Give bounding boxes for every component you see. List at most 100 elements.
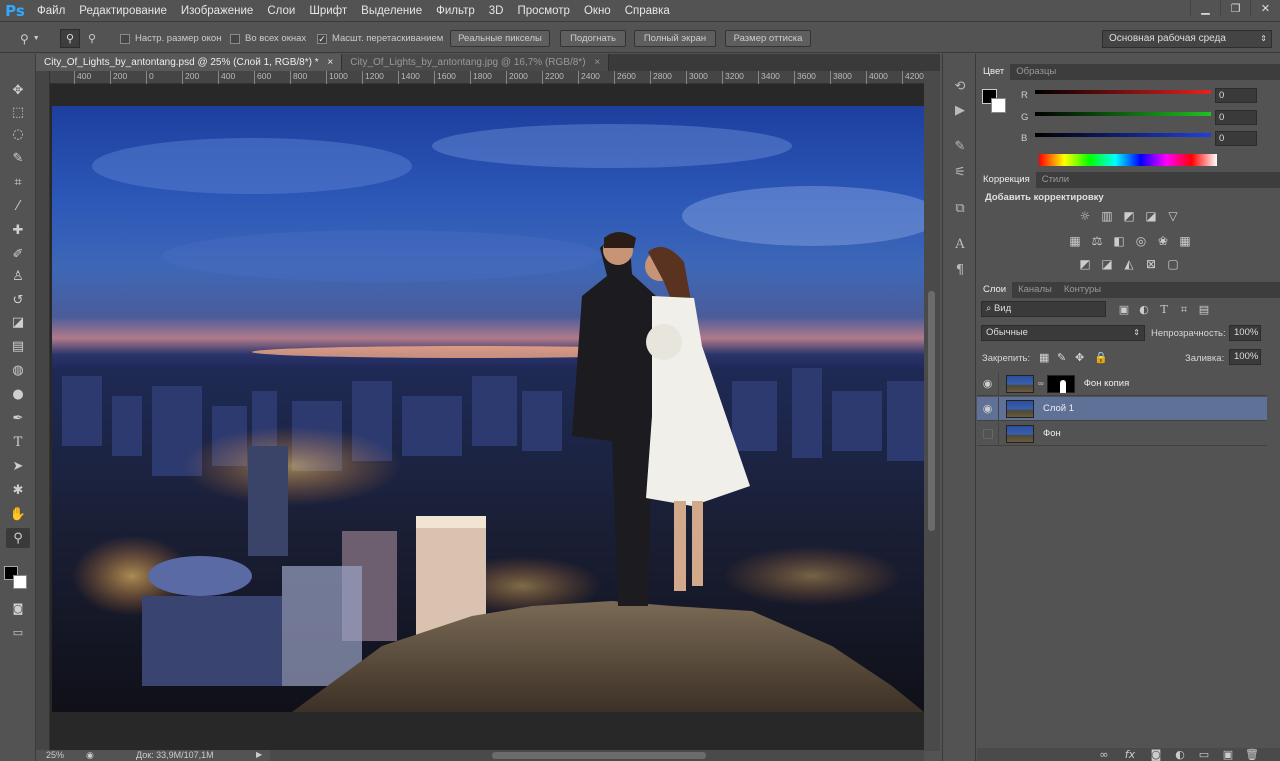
quick-mask-icon[interactable]: ◙ [6, 598, 30, 618]
zoom-in-icon[interactable]: ⚲ [60, 29, 80, 48]
menu-window[interactable]: Окно [577, 0, 618, 22]
lock-position-icon[interactable]: ✥ [1075, 351, 1084, 364]
brush-panel-icon[interactable]: ⚟ [949, 162, 971, 182]
background-color-swatch[interactable] [13, 575, 27, 589]
menu-help[interactable]: Справка [618, 0, 677, 22]
screen-mode-icon[interactable]: ▭ [6, 622, 30, 642]
document-canvas[interactable] [52, 106, 924, 712]
tab-document-psd[interactable]: City_Of_Lights_by_antontang.psd @ 25% (С… [36, 54, 343, 71]
close-button[interactable]: ✕ [1250, 0, 1280, 16]
color-spectrum-ramp[interactable] [1039, 154, 1217, 166]
blend-mode-select[interactable]: Обычные ⇕ [981, 325, 1145, 341]
black-white-icon[interactable]: ◧ [1111, 234, 1127, 248]
layer-row[interactable]: Фон [977, 421, 1267, 446]
menu-edit[interactable]: Редактирование [72, 0, 174, 22]
posterize-icon[interactable]: ◪ [1099, 257, 1115, 271]
filter-adjustment-icon[interactable]: ◐ [1137, 303, 1151, 316]
filter-smart-object-icon[interactable]: ▤ [1197, 303, 1211, 316]
move-tool-icon[interactable]: ✥ [6, 80, 30, 100]
tab-channels[interactable]: Каналы [1012, 282, 1058, 298]
eraser-tool-icon[interactable]: ◪ [6, 312, 30, 332]
eye-off-icon[interactable] [977, 421, 999, 446]
status-icon[interactable]: ◉ [86, 750, 94, 761]
gradient-map-icon[interactable]: ⊠ [1143, 257, 1159, 271]
channel-g-slider[interactable] [1035, 112, 1211, 116]
actions-icon[interactable]: ▶ [949, 100, 971, 120]
workspace-select[interactable]: Основная рабочая среда ⇕ [1102, 30, 1272, 48]
filter-type-icon[interactable]: T [1157, 303, 1171, 316]
status-menu-arrow-icon[interactable]: ▶ [256, 750, 262, 759]
healing-brush-tool-icon[interactable]: ✚ [6, 220, 30, 240]
horizontal-scrollbar[interactable] [270, 750, 924, 761]
levels-icon[interactable]: ▥ [1099, 209, 1115, 223]
path-selection-tool-icon[interactable]: ➤ [6, 456, 30, 476]
menu-filter[interactable]: Фильтр [429, 0, 482, 22]
clone-source-icon[interactable]: ⧉ [949, 198, 971, 218]
vertical-scroll-thumb[interactable] [928, 291, 935, 531]
tab-adjustments[interactable]: Коррекция [977, 172, 1036, 188]
channel-g-value[interactable]: 0 [1215, 110, 1257, 125]
blur-tool-icon[interactable]: ◍ [6, 360, 30, 380]
fill-input[interactable]: 100% [1229, 349, 1261, 365]
curves-icon[interactable]: ◩ [1121, 209, 1137, 223]
history-brush-tool-icon[interactable]: ↺ [6, 290, 30, 310]
eye-icon[interactable]: ◉ [977, 371, 999, 396]
new-group-icon[interactable]: ▭ [1197, 748, 1211, 761]
zoom-level[interactable]: 25% [46, 750, 64, 760]
filter-pixel-icon[interactable]: ▣ [1117, 303, 1131, 316]
eyedropper-tool-icon[interactable]: ⁄ [6, 196, 30, 216]
clone-stamp-tool-icon[interactable]: ♙ [6, 266, 30, 286]
menu-type[interactable]: Шрифт [302, 0, 354, 22]
link-icon[interactable]: ∞ [1038, 379, 1044, 388]
tab-paths[interactable]: Контуры [1058, 282, 1107, 298]
crop-tool-icon[interactable]: ⌗ [6, 172, 30, 192]
new-adjustment-icon[interactable]: ◐ [1173, 748, 1187, 761]
vertical-scrollbar[interactable] [924, 71, 940, 751]
tab-swatches[interactable]: Образцы [1010, 64, 1062, 80]
brush-presets-icon[interactable]: ✎ [949, 136, 971, 156]
eye-icon[interactable]: ◉ [977, 396, 999, 421]
horizontal-scroll-thumb[interactable] [492, 752, 706, 759]
character-icon[interactable]: A [949, 234, 971, 254]
new-layer-icon[interactable]: ▣ [1221, 748, 1235, 761]
lock-transparent-icon[interactable]: ▦ [1039, 351, 1049, 364]
menu-select[interactable]: Выделение [354, 0, 429, 22]
type-tool-icon[interactable]: T [6, 432, 30, 452]
background-color-chip[interactable] [991, 98, 1006, 113]
actual-pixels-button[interactable]: Реальные пикселы [450, 30, 550, 47]
quick-selection-tool-icon[interactable]: ✎ [6, 148, 30, 168]
layer-style-icon[interactable]: fx [1123, 748, 1137, 761]
pen-tool-icon[interactable]: ✒ [6, 408, 30, 428]
channel-b-value[interactable]: 0 [1215, 131, 1257, 146]
layer-row[interactable]: ◉ Слой 1 [977, 396, 1267, 421]
zoom-tool-icon[interactable]: ⚲ [6, 528, 30, 548]
paragraph-icon[interactable]: ¶ [949, 260, 971, 280]
tab-styles[interactable]: Стили [1036, 172, 1075, 188]
minimize-button[interactable]: ▁ [1190, 0, 1220, 16]
print-size-button[interactable]: Размер оттиска [725, 30, 811, 47]
add-mask-icon[interactable]: ◙ [1149, 748, 1163, 761]
scrubby-zoom-checkbox[interactable]: ✓ Масшт. перетаскиванием [317, 33, 443, 44]
lock-pixels-icon[interactable]: ✎ [1057, 351, 1066, 364]
layer-row[interactable]: ◉ ∞ Фон копия [977, 371, 1267, 396]
opacity-input[interactable]: 100% [1229, 325, 1261, 341]
fit-screen-button[interactable]: Подогнать [560, 30, 626, 47]
filter-shape-icon[interactable]: ⌗ [1177, 303, 1191, 316]
gradient-tool-icon[interactable]: ▤ [6, 336, 30, 356]
fill-screen-button[interactable]: Полный экран [634, 30, 716, 47]
brightness-icon[interactable]: ☼ [1077, 209, 1093, 223]
history-icon[interactable]: ⟲ [949, 76, 971, 96]
tab-document-jpg[interactable]: City_Of_Lights_by_antontang.jpg @ 16,7% … [342, 54, 610, 71]
channel-r-slider[interactable] [1035, 90, 1211, 94]
zoom-out-icon[interactable]: ⚲ [82, 29, 102, 48]
hand-tool-icon[interactable]: ✋ [6, 504, 30, 524]
close-icon[interactable]: × [327, 57, 333, 68]
dodge-tool-icon[interactable]: ● [6, 384, 30, 404]
all-windows-checkbox[interactable]: Во всех окнах [230, 33, 306, 44]
trash-icon[interactable]: 🗑 [1245, 748, 1259, 761]
vibrance-icon[interactable]: ▽ [1165, 209, 1181, 223]
marquee-tool-icon[interactable]: ⬚ [6, 102, 30, 122]
lasso-tool-icon[interactable]: ◌ [6, 124, 30, 144]
brush-tool-icon[interactable]: ✐ [6, 244, 30, 264]
menu-3d[interactable]: 3D [482, 0, 511, 22]
